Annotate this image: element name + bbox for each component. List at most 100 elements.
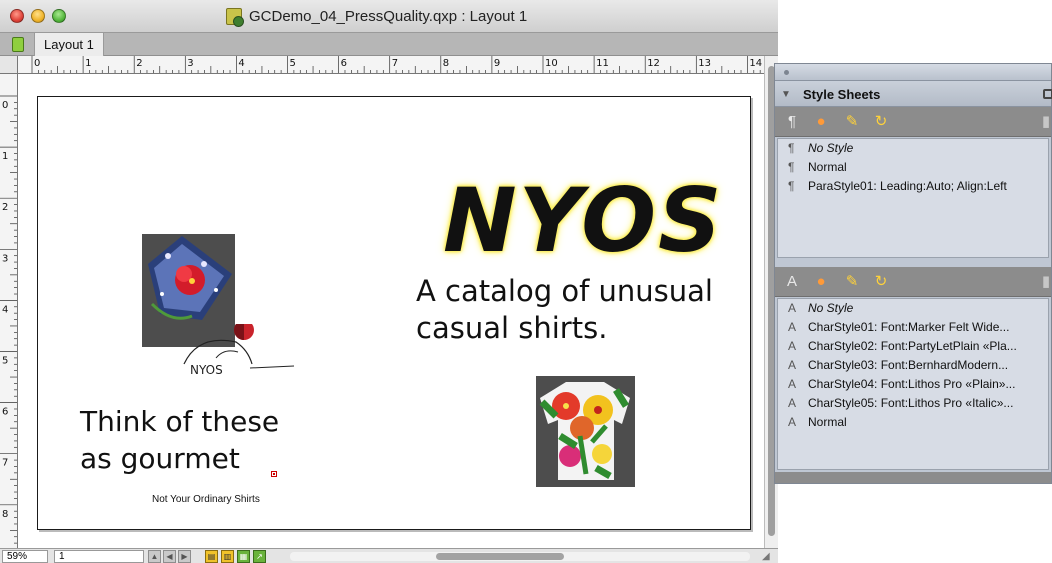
split-vertical-icon[interactable]: ▦ [237, 550, 250, 563]
catalog-line-2: casual shirts. [416, 311, 608, 345]
ruler-tick-label: 3 [2, 253, 8, 264]
character-style-icon: A [788, 301, 797, 315]
character-style-item[interactable]: A CharStyle03: Font:BernhardModern... [778, 356, 1048, 375]
character-style-item[interactable]: A Normal [778, 413, 1048, 432]
duplicate-character-style-icon[interactable]: ● [812, 273, 830, 291]
delete-style-icon[interactable]: ▮ [1037, 113, 1052, 131]
horizontal-scroll-thumb[interactable] [436, 553, 564, 560]
paragraph-style-item-label: No Style [808, 141, 854, 155]
tagline: Not Your Ordinary Shirts [152, 494, 260, 505]
update-style-icon[interactable]: ↻ [872, 113, 890, 131]
character-style-item[interactable]: A No Style [778, 299, 1048, 318]
ruler-tick-label: 11 [596, 58, 609, 69]
vertical-ruler[interactable]: 0 1 2 3 4 5 6 7 8 [0, 74, 18, 548]
document-icon [226, 8, 244, 27]
paragraph-style-item-label: Normal [808, 160, 847, 174]
ruler-tick-label: 14 [749, 58, 762, 69]
ruler-tick-label: 0 [2, 100, 8, 111]
style-sheets-palette: ▼ Style Sheets ¶ ● ✎ ↻ ▮ ¶ No Style ¶ Norma… [774, 63, 1052, 484]
character-style-toolbar: A ● ✎ ↻ ▮ [775, 267, 1051, 297]
character-style-item-label: Normal [808, 415, 847, 429]
page-number-field[interactable]: 1 [54, 550, 144, 563]
text-overflow-icon[interactable] [271, 471, 277, 477]
palette-drag-bar[interactable] [775, 64, 1051, 81]
palette-close-icon[interactable] [784, 70, 789, 75]
ruler-tick-label: 10 [545, 58, 558, 69]
horizontal-ruler[interactable]: 0 1 2 3 4 5 6 7 8 9 10 11 12 13 14 [18, 56, 764, 74]
paragraph-style-item[interactable]: ¶ No Style [778, 139, 1048, 158]
tab-layout-1[interactable]: Layout 1 [34, 33, 104, 56]
delete-character-style-icon[interactable]: ▮ [1037, 273, 1052, 291]
character-style-list: A No Style A CharStyle01: Font:Marker Felt … [777, 298, 1049, 470]
resize-grip-icon[interactable]: ◢ [762, 551, 775, 562]
think-text-box[interactable]: Think of these as gourmet [80, 403, 340, 477]
character-style-item-label: CharStyle02: Font:PartyLetPlain «Pla... [808, 339, 1017, 353]
edit-character-style-icon[interactable]: ✎ [843, 273, 861, 291]
pasteboard[interactable]: NYOS Think of these as gourmet Not Your … [18, 74, 764, 548]
minimize-button[interactable] [31, 9, 45, 23]
ruler-origin[interactable] [0, 56, 18, 74]
paragraph-style-toolbar: ¶ ● ✎ ↻ ▮ [775, 107, 1051, 137]
previous-page-icon[interactable]: ◀ [163, 550, 176, 563]
shirt-photo-2[interactable] [536, 376, 635, 487]
shirt-image-2 [539, 382, 630, 480]
new-paragraph-style-icon[interactable]: ¶ [783, 113, 801, 131]
horizontal-scrollbar[interactable] [290, 552, 750, 561]
document-page[interactable]: NYOS Think of these as gourmet Not Your … [37, 96, 751, 530]
layout-view-icon[interactable]: ▤ [205, 550, 218, 563]
palette-footer [775, 472, 1051, 483]
character-style-item[interactable]: A CharStyle02: Font:PartyLetPlain «Pla... [778, 337, 1048, 356]
paragraph-style-item-label: ParaStyle01: Leading:Auto; Align:Left [808, 179, 1007, 193]
export-icon[interactable]: ↗ [253, 550, 266, 563]
zoom-field[interactable]: 59% [2, 550, 48, 563]
character-style-item-label: CharStyle01: Font:Marker Felt Wide... [808, 320, 1010, 334]
paragraph-style-list: ¶ No Style ¶ Normal ¶ ParaStyle01: Leading:Au… [777, 138, 1049, 258]
palette-menu-icon[interactable] [1043, 89, 1052, 99]
edit-style-icon[interactable]: ✎ [843, 113, 861, 131]
paragraph-style-item[interactable]: ¶ ParaStyle01: Leading:Auto; Align:Left [778, 177, 1048, 196]
ruler-tick-label: 6 [341, 58, 347, 69]
close-button[interactable] [10, 9, 24, 23]
zoom-button[interactable] [52, 9, 66, 23]
paragraph-style-item[interactable]: ¶ Normal [778, 158, 1048, 177]
character-style-item[interactable]: A CharStyle05: Font:Lithos Pro «Italic»..… [778, 394, 1048, 413]
character-style-item[interactable]: A CharStyle01: Font:Marker Felt Wide... [778, 318, 1048, 337]
new-character-style-icon[interactable]: A [783, 273, 801, 291]
page-menu-up-icon[interactable]: ▲ [148, 550, 161, 563]
paragraph-style-icon: ¶ [788, 179, 795, 193]
character-style-icon: A [788, 415, 797, 429]
document-window: GCDemo_04_PressQuality.qxp : Layout 1 La… [0, 0, 778, 563]
character-style-item-label: CharStyle05: Font:Lithos Pro «Italic»... [808, 396, 1014, 410]
ruler-tick-label: 7 [392, 58, 398, 69]
ruler-tick-label: 9 [494, 58, 500, 69]
ruler-tick-label: 0 [34, 58, 40, 69]
character-style-item[interactable]: A CharStyle04: Font:Lithos Pro «Plain»... [778, 375, 1048, 394]
ruler-tick-label: 8 [443, 58, 449, 69]
palette-title: Style Sheets [803, 87, 881, 102]
ruler-tick-label: 1 [2, 151, 8, 162]
character-style-icon: A [788, 339, 797, 353]
paragraph-style-icon: ¶ [788, 160, 795, 174]
split-horizontal-icon[interactable]: ▥ [221, 550, 234, 563]
think-line-1: Think of these [80, 405, 280, 438]
update-character-style-icon[interactable]: ↻ [872, 273, 890, 291]
status-bar: 59% 1 ▲ ◀ ▶ ▤ ▥ ▦ ↗ ◢ [0, 548, 778, 563]
character-style-icon: A [788, 358, 797, 372]
disclosure-triangle-icon[interactable]: ▼ [781, 89, 791, 100]
duplicate-style-icon[interactable]: ● [812, 113, 830, 131]
ruler-tick-label: 5 [2, 356, 8, 367]
ruler-tick-label: 12 [647, 58, 660, 69]
small-nyos-logo: NYOS [183, 324, 295, 377]
catalog-line-1: A catalog of unusual [416, 274, 713, 308]
title-bar[interactable]: GCDemo_04_PressQuality.qxp : Layout 1 [0, 0, 778, 33]
vertical-ruler-ticks: 0 1 2 3 4 5 6 7 8 [0, 95, 17, 544]
ruler-tick-label: 1 [85, 58, 91, 69]
catalog-text-box[interactable]: A catalog of unusual casual shirts. [416, 273, 746, 347]
ruler-tick-label: 7 [2, 458, 8, 469]
next-page-icon[interactable]: ▶ [178, 550, 191, 563]
ruler-tick-label: 5 [290, 58, 296, 69]
ruler-tick-label: 2 [136, 58, 142, 69]
ruler-tick-label: 6 [2, 407, 8, 418]
palette-header[interactable]: ▼ Style Sheets [775, 81, 1052, 107]
character-style-item-label: CharStyle03: Font:BernhardModern... [808, 358, 1009, 372]
